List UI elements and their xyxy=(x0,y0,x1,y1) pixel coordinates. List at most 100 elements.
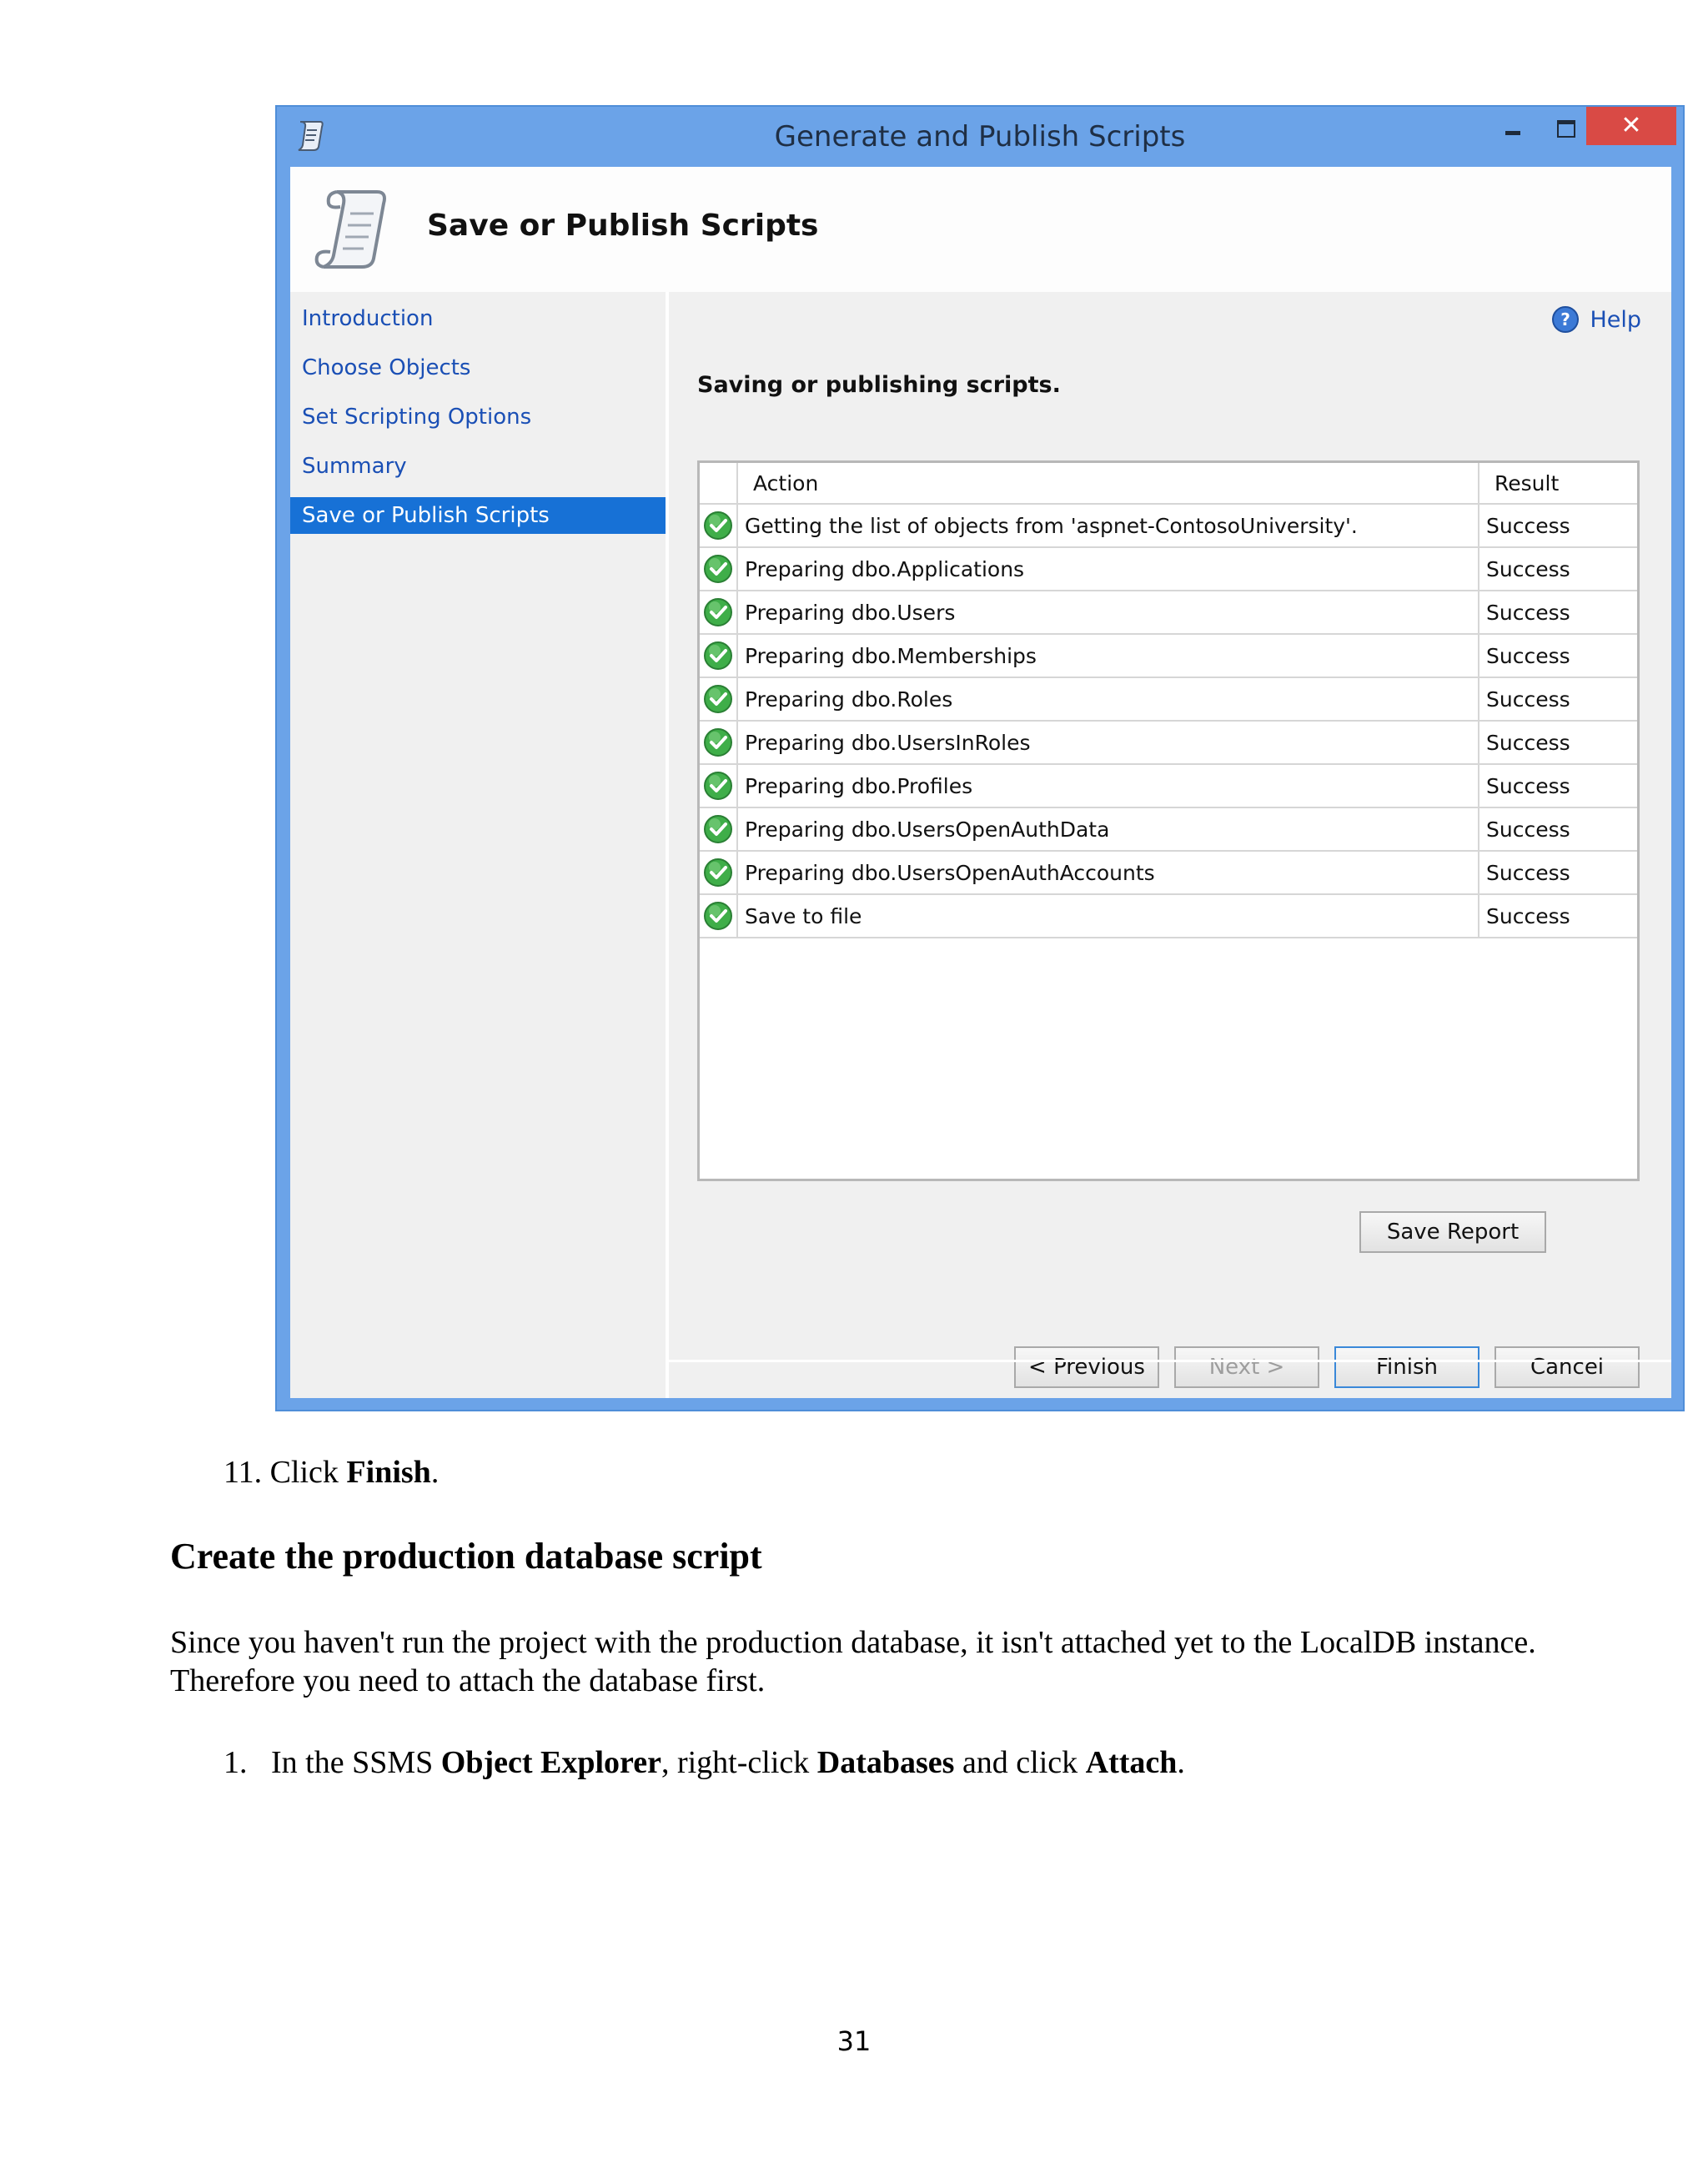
nav-item-save-or-publish-scripts[interactable]: Save or Publish Scripts xyxy=(290,497,666,534)
title-bar[interactable]: Generate and Publish Scripts ✕ xyxy=(277,107,1683,167)
generate-publish-scripts-dialog: Generate and Publish Scripts ✕ Save or P… xyxy=(275,105,1685,1411)
step-11-bold: Finish xyxy=(346,1455,431,1490)
step-11-prefix: 11. Click xyxy=(224,1455,347,1490)
previous-button[interactable]: < Previous xyxy=(1014,1346,1159,1388)
body-paragraph: Since you haven't run the project with t… xyxy=(170,1625,1536,1698)
action-cell: Preparing dbo.Roles xyxy=(737,677,1479,722)
step-1-text4: . xyxy=(1177,1745,1185,1780)
dialog-client-area: Save or Publish Scripts Introduction Cho… xyxy=(290,167,1671,1398)
section-heading: Create the production database script xyxy=(170,1536,762,1577)
step-11-suffix: . xyxy=(430,1455,440,1490)
save-report-button[interactable]: Save Report xyxy=(1359,1211,1546,1253)
table-row[interactable]: Save to file Success xyxy=(700,894,1637,938)
result-cell[interactable]: Success xyxy=(1479,677,1637,722)
table-row[interactable]: Preparing dbo.Applications Success xyxy=(700,547,1637,591)
page-number: 31 xyxy=(836,2025,872,2057)
scroll-icon xyxy=(314,190,386,269)
status-icon-cell xyxy=(700,591,738,635)
wizard-main-panel: ? Help Saving or publishing scripts. Act… xyxy=(669,292,1671,1398)
status-icon-cell xyxy=(700,634,738,678)
table-row[interactable]: Preparing dbo.Users Success xyxy=(700,591,1637,635)
table-row[interactable]: Preparing dbo.UsersOpenAuthData Success xyxy=(700,807,1637,852)
table-row[interactable]: Preparing dbo.UsersInRoles Success xyxy=(700,721,1637,765)
status-icon-cell xyxy=(700,851,738,895)
status-message: Saving or publishing scripts. xyxy=(697,372,1061,398)
result-column-header[interactable]: Result xyxy=(1479,463,1637,505)
status-icon-cell xyxy=(700,547,738,591)
table-row[interactable]: Preparing dbo.Roles Success xyxy=(700,677,1637,722)
nav-item-set-scripting-options[interactable]: Set Scripting Options xyxy=(290,399,666,435)
action-cell: Preparing dbo.UsersOpenAuthData xyxy=(737,807,1479,852)
status-icon-cell xyxy=(700,677,738,722)
result-cell[interactable]: Success xyxy=(1479,894,1637,938)
table-row[interactable]: Preparing dbo.Memberships Success xyxy=(700,634,1637,678)
result-cell[interactable]: Success xyxy=(1479,764,1637,808)
step-1-text3: and click xyxy=(954,1745,1086,1780)
results-grid[interactable]: Action Result Getting the list of object… xyxy=(697,460,1640,1181)
action-cell: Getting the list of objects from 'aspnet… xyxy=(737,504,1479,548)
close-button[interactable]: ✕ xyxy=(1586,107,1676,145)
wizard-header: Save or Publish Scripts xyxy=(290,167,1671,292)
step-11-text: 11. Click Finish. xyxy=(224,1453,439,1491)
svg-text:?: ? xyxy=(1561,309,1571,329)
table-row[interactable]: Preparing dbo.Profiles Success xyxy=(700,764,1637,808)
status-icon-cell xyxy=(700,764,738,808)
step-1-text: 1. In the SSMS Object Explorer, right-cl… xyxy=(224,1743,1185,1782)
step-1-bold3: Attach xyxy=(1085,1745,1178,1780)
table-row[interactable]: Getting the list of objects from 'aspnet… xyxy=(700,504,1637,548)
table-row[interactable]: Preparing dbo.UsersOpenAuthAccounts Succe… xyxy=(700,851,1637,895)
success-check-icon xyxy=(704,511,732,540)
footer-divider xyxy=(669,1360,1671,1362)
finish-button[interactable]: Finish xyxy=(1334,1346,1479,1388)
step-1-number: 1. xyxy=(224,1745,248,1780)
minimize-button[interactable] xyxy=(1486,107,1536,147)
nav-item-summary[interactable]: Summary xyxy=(290,448,666,485)
window-title: Generate and Publish Scripts xyxy=(774,120,1186,153)
success-check-icon xyxy=(704,555,732,583)
step-1-bold2: Databases xyxy=(816,1745,955,1780)
results-table-body: Getting the list of objects from 'aspnet… xyxy=(700,504,1637,938)
status-icon-cell xyxy=(700,894,738,938)
close-icon: ✕ xyxy=(1620,111,1642,140)
action-cell: Preparing dbo.UsersOpenAuthAccounts xyxy=(737,851,1479,895)
action-cell: Preparing dbo.Memberships xyxy=(737,634,1479,678)
action-cell: Preparing dbo.Profiles xyxy=(737,764,1479,808)
success-check-icon xyxy=(704,728,732,757)
status-icon-cell xyxy=(700,504,738,548)
maximize-button[interactable] xyxy=(1540,107,1590,147)
result-cell[interactable]: Success xyxy=(1479,547,1637,591)
status-icon-cell xyxy=(700,721,738,765)
success-check-icon xyxy=(704,902,732,930)
result-cell[interactable]: Success xyxy=(1479,807,1637,852)
success-check-icon xyxy=(704,685,732,713)
help-link[interactable]: ? Help xyxy=(1551,305,1641,334)
page-title: Save or Publish Scripts xyxy=(427,209,819,243)
result-cell[interactable]: Success xyxy=(1479,504,1637,548)
result-cell[interactable]: Success xyxy=(1479,851,1637,895)
result-cell[interactable]: Success xyxy=(1479,721,1637,765)
result-cell[interactable]: Success xyxy=(1479,591,1637,635)
nav-item-choose-objects[interactable]: Choose Objects xyxy=(290,350,666,386)
wizard-steps-nav: Introduction Choose Objects Set Scriptin… xyxy=(290,292,669,1398)
results-table: Action Result Getting the list of object… xyxy=(700,463,1637,938)
next-button[interactable]: Next > xyxy=(1174,1346,1319,1388)
success-check-icon xyxy=(704,772,732,800)
nav-item-introduction[interactable]: Introduction xyxy=(290,300,666,337)
action-cell: Preparing dbo.Applications xyxy=(737,547,1479,591)
success-check-icon xyxy=(704,858,732,887)
step-1-bold1: Object Explorer xyxy=(440,1745,661,1780)
cancel-button[interactable]: Cancel xyxy=(1494,1346,1640,1388)
table-header-row: Action Result xyxy=(700,463,1637,505)
success-check-icon xyxy=(704,598,732,626)
help-icon: ? xyxy=(1552,306,1580,333)
action-cell: Preparing dbo.Users xyxy=(737,591,1479,635)
action-column-header[interactable]: Action xyxy=(737,463,1479,505)
step-1-text1: In the SSMS xyxy=(271,1745,441,1780)
help-label: Help xyxy=(1590,306,1641,333)
step-1-text2: , right-click xyxy=(661,1745,817,1780)
action-cell: Preparing dbo.UsersInRoles xyxy=(737,721,1479,765)
result-cell[interactable]: Success xyxy=(1479,634,1637,678)
status-icon-cell xyxy=(700,807,738,852)
success-check-icon xyxy=(704,815,732,843)
icon-column-header xyxy=(700,463,738,505)
